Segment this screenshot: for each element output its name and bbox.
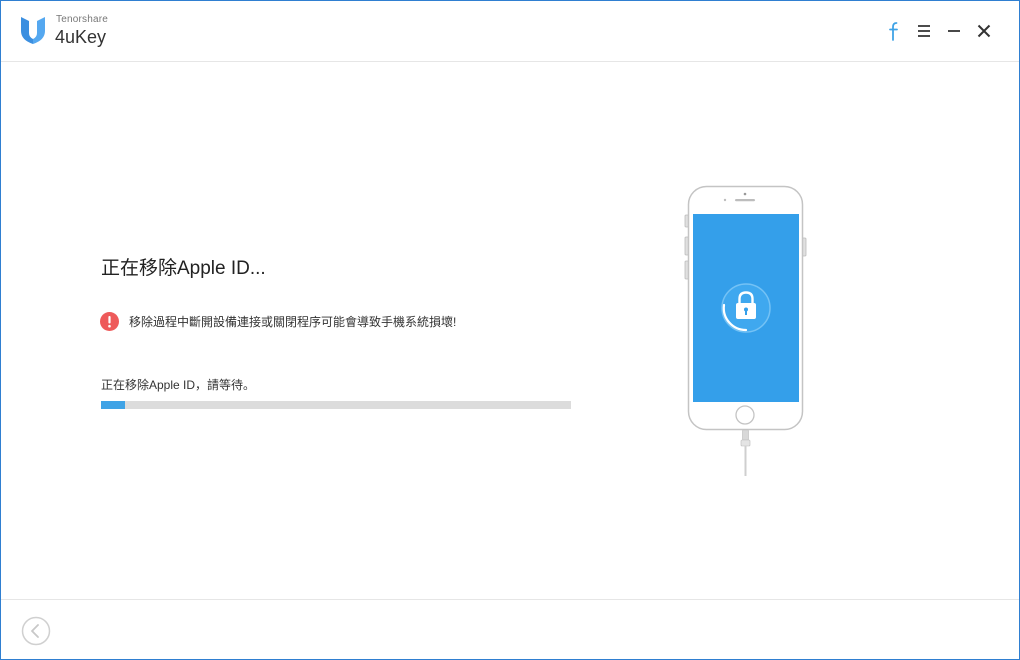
warning-text: 移除過程中斷開設備連接或關閉程序可能會導致手機系統損壞! [129,314,457,329]
footer-bar [1,599,1019,659]
app-logo-icon [21,17,45,44]
warning-icon [100,311,119,331]
brand-company: Tenorshare [56,14,109,25]
progress-bar [101,401,571,409]
phone-illustration [684,185,807,476]
warning-message: 移除過程中斷開設備連接或關閉程序可能會導致手機系統損壞! [100,311,456,331]
back-arrow-icon[interactable] [21,616,51,646]
minimize-icon[interactable] [943,20,965,42]
progress-label: 正在移除Apple ID，請等待。 [101,378,256,392]
app-window: Tenorshare 4uKey 正在移除Apple ID... 移除過程中斷開… [0,0,1020,660]
facebook-icon[interactable] [883,20,905,42]
progress-bar-fill [101,401,125,409]
page-title: 正在移除Apple ID... [101,258,266,279]
title-bar: Tenorshare 4uKey [1,1,1019,62]
app-title: 4uKey [55,27,107,47]
menu-icon[interactable] [913,20,935,42]
close-icon[interactable] [973,20,995,42]
